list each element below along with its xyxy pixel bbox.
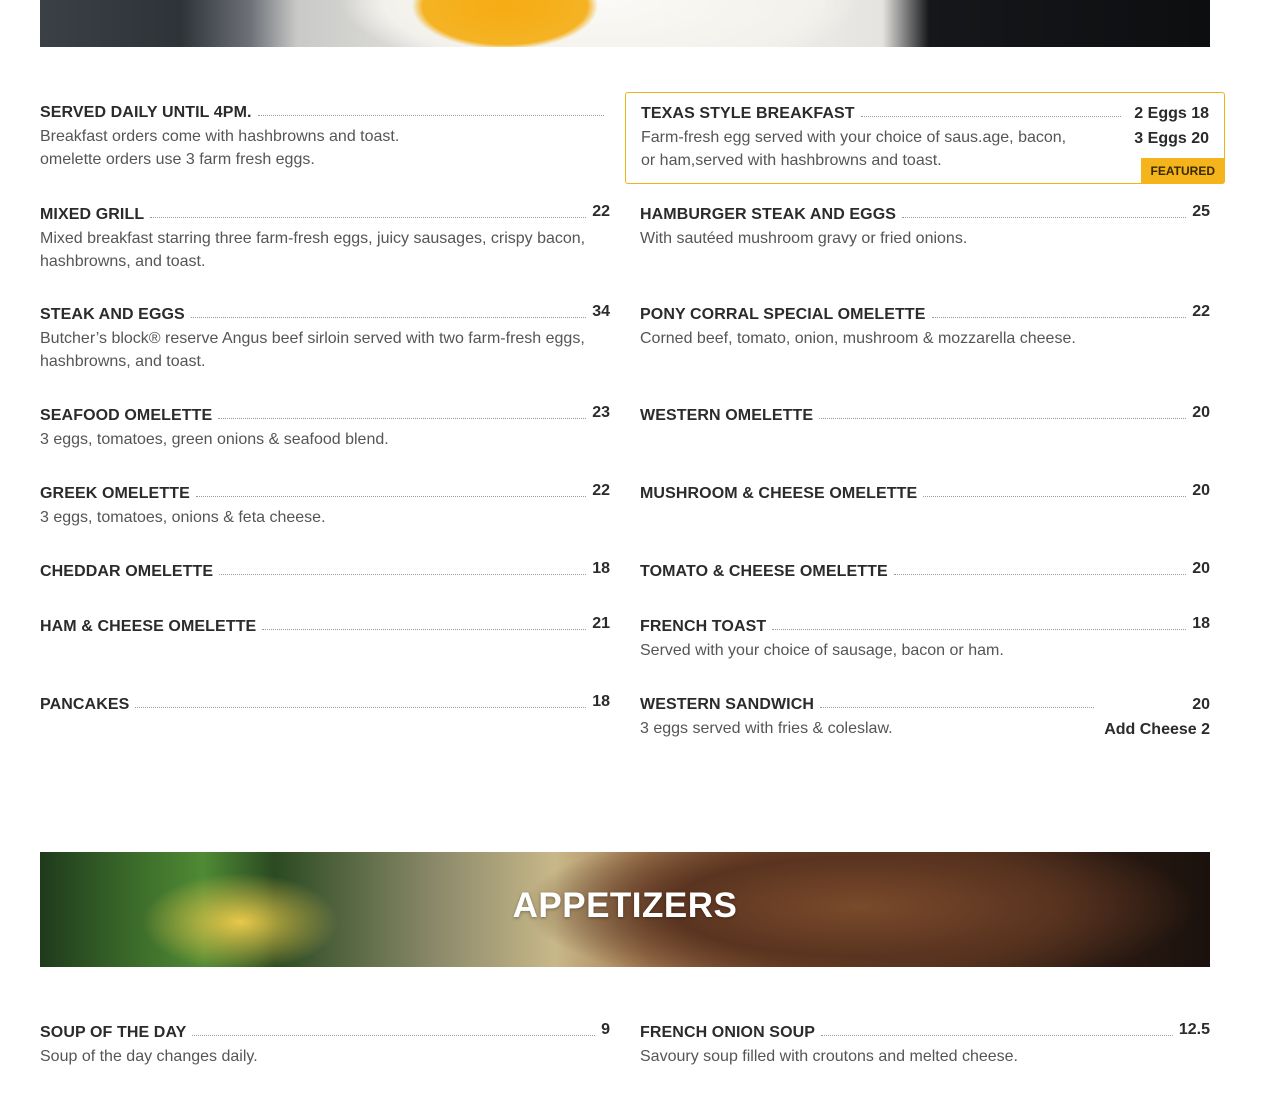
dotted-leader (923, 496, 1187, 497)
section-title: APPETIZERS (512, 886, 738, 925)
breakfast-banner-image (40, 0, 1210, 47)
dotted-leader (257, 115, 604, 116)
item-name: GREEK OMELETTE (40, 485, 190, 502)
item-description: With sautéed mushroom gravy or fried oni… (640, 230, 968, 247)
item-price: 23 (592, 404, 610, 421)
menu-item-french-toast: FRENCH TOAST 18 Served with your choice o… (640, 615, 1210, 663)
dotted-leader (262, 629, 587, 630)
menu-item-hamburger-steak: HAMBURGER STEAK AND EGGS 25 With sautéed … (640, 203, 1210, 251)
item-price: 9 (601, 1021, 610, 1038)
menu-item-pony-corral-omelette: PONY CORRAL SPECIAL OMELETTE 22 Corned be… (640, 303, 1210, 351)
item-name: SEAFOOD OMELETTE (40, 407, 213, 424)
item-description: 3 eggs, tomatoes, green onions & seafood… (40, 431, 389, 448)
dotted-leader (821, 1035, 1173, 1036)
menu-item-mushroom-cheese-omelette: MUSHROOM & CHEESE OMELETTE 20 (640, 482, 1210, 503)
menu-item-pancakes: PANCAKES 18 (40, 693, 610, 714)
item-price-two-eggs: 2 Eggs 18 (1134, 105, 1209, 122)
item-name: PONY CORRAL SPECIAL OMELETTE (640, 306, 926, 323)
item-price: 25 (1192, 203, 1210, 220)
item-price-options: 2 Eggs 18 3 Eggs 20 (1134, 101, 1209, 151)
item-price: 22 (592, 482, 610, 499)
item-price: 22 (1192, 303, 1210, 320)
item-name: SERVED DAILY UNTIL 4PM. (40, 104, 252, 121)
item-price: 20 (1192, 482, 1210, 499)
item-name: MUSHROOM & CHEESE OMELETTE (640, 485, 918, 502)
menu-item-western-omelette: WESTERN OMELETTE 20 (640, 404, 1210, 425)
dotted-leader (192, 1035, 596, 1036)
menu-item-seafood-omelette: SEAFOOD OMELETTE 23 3 eggs, tomatoes, gre… (40, 404, 610, 452)
dotted-leader (820, 707, 1094, 708)
dotted-leader (190, 317, 587, 318)
item-price-options: 20 Add Cheese 2 (1104, 692, 1210, 742)
dotted-leader (931, 317, 1187, 318)
menu-item-mixed-grill: MIXED GRILL 22 Mixed breakfast starring t… (40, 203, 610, 273)
menu-item-ham-cheese-omelette: HAM & CHEESE OMELETTE 21 (40, 615, 610, 636)
item-name: WESTERN SANDWICH (640, 696, 815, 713)
dotted-leader (150, 217, 587, 218)
dotted-leader (195, 496, 587, 497)
item-price: 22 (592, 203, 610, 220)
item-price: 18 (592, 693, 610, 710)
menu-item-tomato-cheese-omelette: TOMATO & CHEESE OMELETTE 20 (640, 560, 1210, 581)
item-price: 34 (592, 303, 610, 320)
item-price: 20 (1192, 404, 1210, 421)
menu-item-soup-of-the-day: SOUP OF THE DAY 9 Soup of the day changes… (40, 1021, 610, 1069)
item-name: WESTERN OMELETTE (640, 407, 814, 424)
dotted-leader (219, 574, 587, 575)
item-description: Savoury soup filled with croutons and me… (640, 1048, 1018, 1065)
item-name: FRENCH ONION SOUP (640, 1024, 816, 1041)
dotted-leader (218, 418, 587, 419)
item-description: Soup of the day changes daily. (40, 1048, 258, 1065)
item-name: FRENCH TOAST (640, 618, 767, 635)
dotted-leader (893, 574, 1187, 575)
menu-item-steak-and-eggs: STEAK AND EGGS 34 Butcher’s block® reserv… (40, 303, 610, 373)
menu-item-french-onion-soup: FRENCH ONION SOUP 12.5 Savoury soup fille… (640, 1021, 1210, 1069)
item-price: 21 (592, 615, 610, 632)
dotted-leader (860, 116, 1121, 117)
item-description: Corned beef, tomato, onion, mushroom & m… (640, 330, 1076, 347)
dotted-leader (772, 629, 1187, 630)
item-description: Butcher’s block® reserve Angus beef sirl… (40, 330, 585, 370)
item-name: TOMATO & CHEESE OMELETTE (640, 563, 888, 580)
item-name: HAMBURGER STEAK AND EGGS (640, 206, 897, 223)
menu-item-texas-style-breakfast: TEXAS STYLE BREAKFAST 2 Eggs 18 3 Eggs 2… (641, 105, 1209, 172)
item-price: 20 (1192, 696, 1210, 713)
item-name: PANCAKES (40, 696, 130, 713)
dotted-leader (819, 418, 1187, 419)
item-name: MIXED GRILL (40, 206, 145, 223)
menu-item-western-sandwich: WESTERN SANDWICH 20 Add Cheese 2 3 eggs … (640, 696, 1210, 741)
item-name: CHEDDAR OMELETTE (40, 563, 214, 580)
dotted-leader (902, 217, 1187, 218)
item-addon-price: Add Cheese 2 (1104, 721, 1210, 738)
item-name: HAM & CHEESE OMELETTE (40, 618, 257, 635)
dotted-leader (135, 707, 587, 708)
item-price: 18 (1192, 615, 1210, 632)
item-description: Mixed breakfast starring three farm-fres… (40, 230, 586, 270)
item-description: Breakfast orders come with hashbrowns an… (40, 128, 400, 168)
menu-item-greek-omelette: GREEK OMELETTE 22 3 eggs, tomatoes, onion… (40, 482, 610, 530)
item-name: STEAK AND EGGS (40, 306, 185, 323)
item-price: 12.5 (1178, 1021, 1210, 1038)
item-price-three-eggs: 3 Eggs 20 (1134, 130, 1209, 147)
item-price: 20 (1192, 560, 1210, 577)
item-price: 18 (592, 560, 610, 577)
item-description: 3 eggs, tomatoes, onions & feta cheese. (40, 509, 326, 526)
item-name: TEXAS STYLE BREAKFAST (641, 105, 855, 122)
item-description: Farm-fresh egg served with your choice o… (641, 129, 1067, 169)
item-name: SOUP OF THE DAY (40, 1024, 187, 1041)
item-description: Served with your choice of sausage, baco… (640, 642, 1004, 659)
menu-item-intro: SERVED DAILY UNTIL 4PM. Breakfast orders… (40, 104, 610, 171)
menu-item-cheddar-omelette: CHEDDAR OMELETTE 18 (40, 560, 610, 581)
appetizers-banner: APPETIZERS (40, 852, 1210, 967)
